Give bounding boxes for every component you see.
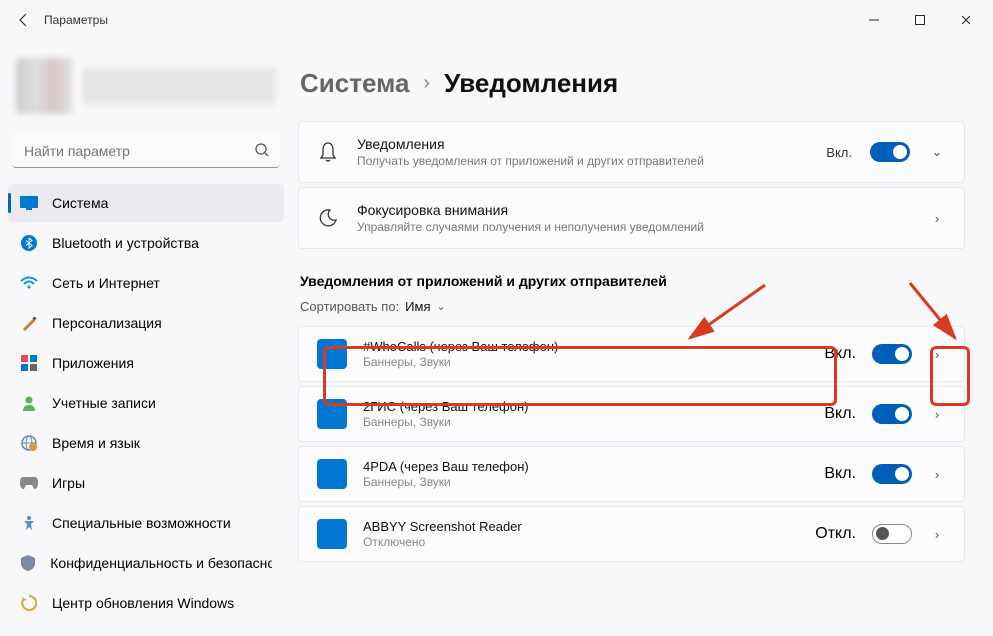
sidebar-item-gaming[interactable]: Игры <box>8 464 284 502</box>
sidebar-item-label: Конфиденциальность и безопасность <box>50 555 272 571</box>
chevron-down-icon[interactable]: ⌄ <box>928 144 946 160</box>
bell-icon <box>317 141 339 163</box>
search-box[interactable] <box>12 134 280 168</box>
sidebar-item-label: Приложения <box>52 355 134 371</box>
page-title: Уведомления <box>444 68 618 99</box>
sidebar-item-apps[interactable]: Приложения <box>8 344 284 382</box>
sidebar-item-label: Сеть и Интернет <box>52 275 160 291</box>
search-icon <box>254 142 270 158</box>
moon-icon <box>317 208 339 228</box>
chevron-down-icon: ⌄ <box>437 300 446 313</box>
profile-area[interactable] <box>4 48 288 130</box>
app-subtitle: Баннеры, Звуки <box>363 355 808 369</box>
avatar <box>16 58 72 114</box>
sidebar-item-label: Система <box>52 195 108 211</box>
sidebar-item-accessibility[interactable]: Специальные возможности <box>8 504 284 542</box>
chevron-right-icon: › <box>423 72 430 95</box>
wifi-icon <box>20 274 38 292</box>
window-title: Параметры <box>44 13 108 27</box>
card-title: Фокусировка внимания <box>357 202 910 218</box>
app-icon <box>317 339 347 369</box>
app-toggle[interactable] <box>872 404 912 424</box>
sort-label: Сортировать по: <box>300 299 399 314</box>
notifications-toggle[interactable] <box>870 142 910 162</box>
sort-value: Имя <box>405 299 430 314</box>
sort-dropdown[interactable]: Сортировать по: Имя ⌄ <box>300 299 963 314</box>
main-content: Система › Уведомления Уведомления Получа… <box>292 40 993 636</box>
sidebar-item-label: Персонализация <box>52 315 162 331</box>
update-icon <box>20 594 38 612</box>
toggle-state: Вкл. <box>824 345 856 363</box>
chevron-right-icon[interactable]: › <box>928 467 946 482</box>
sidebar-item-label: Учетные записи <box>52 395 156 411</box>
chevron-right-icon[interactable]: › <box>928 211 946 226</box>
sidebar-item-label: Bluetooth и устройства <box>52 235 199 251</box>
app-icon <box>317 519 347 549</box>
sidebar-item-label: Центр обновления Windows <box>52 595 234 611</box>
card-subtitle: Получать уведомления от приложений и дру… <box>357 154 808 168</box>
section-title: Уведомления от приложений и других отпра… <box>300 273 963 289</box>
sidebar-item-privacy[interactable]: Конфиденциальность и безопасность <box>8 544 284 582</box>
apps-icon <box>20 354 38 372</box>
app-row[interactable]: 2ГИС (через Ваш телефон) Баннеры, Звуки … <box>298 386 965 442</box>
app-row[interactable]: ABBYY Screenshot Reader Отключено Откл. … <box>298 506 965 562</box>
person-icon <box>20 394 38 412</box>
close-button[interactable] <box>943 4 989 36</box>
profile-name <box>82 68 276 104</box>
card-subtitle: Управляйте случаями получения и неполуче… <box>357 220 910 234</box>
app-name: 4PDA (через Ваш телефон) <box>363 459 808 474</box>
chevron-right-icon[interactable]: › <box>928 347 946 362</box>
shield-icon <box>20 554 36 572</box>
accessibility-icon <box>20 514 38 532</box>
search-input[interactable] <box>12 134 280 168</box>
sidebar-item-time[interactable]: Время и язык <box>8 424 284 462</box>
bluetooth-icon <box>20 234 38 252</box>
app-row[interactable]: #WhoCalls (через Ваш телефон) Баннеры, З… <box>298 326 965 382</box>
breadcrumb-parent[interactable]: Система <box>300 68 409 99</box>
toggle-state: Вкл. <box>826 145 852 160</box>
maximize-button[interactable] <box>897 4 943 36</box>
sidebar-item-bluetooth[interactable]: Bluetooth и устройства <box>8 224 284 262</box>
sidebar-item-label: Специальные возможности <box>52 515 231 531</box>
breadcrumb: Система › Уведомления <box>298 52 965 121</box>
gamepad-icon <box>20 474 38 492</box>
minimize-button[interactable] <box>851 4 897 36</box>
app-toggle[interactable] <box>872 464 912 484</box>
app-name: #WhoCalls (через Ваш телефон) <box>363 339 808 354</box>
app-name: ABBYY Screenshot Reader <box>363 519 799 534</box>
card-title: Уведомления <box>357 136 808 152</box>
toggle-state: Откл. <box>815 525 856 543</box>
app-toggle[interactable] <box>872 344 912 364</box>
sidebar-item-accounts[interactable]: Учетные записи <box>8 384 284 422</box>
back-button[interactable] <box>4 0 44 40</box>
sidebar-item-label: Время и язык <box>52 435 140 451</box>
app-icon <box>317 399 347 429</box>
app-name: 2ГИС (через Ваш телефон) <box>363 399 808 414</box>
app-subtitle: Баннеры, Звуки <box>363 475 808 489</box>
nav-list: Система Bluetooth и устройства Сеть и Ин… <box>4 184 288 622</box>
chevron-right-icon[interactable]: › <box>928 527 946 542</box>
app-row[interactable]: 4PDA (через Ваш телефон) Баннеры, Звуки … <box>298 446 965 502</box>
app-icon <box>317 459 347 489</box>
sidebar-item-network[interactable]: Сеть и Интернет <box>8 264 284 302</box>
toggle-state: Вкл. <box>824 405 856 423</box>
app-toggle[interactable] <box>872 524 912 544</box>
window-controls <box>851 4 989 36</box>
system-icon <box>20 194 38 212</box>
sidebar-item-personalization[interactable]: Персонализация <box>8 304 284 342</box>
focus-card[interactable]: Фокусировка внимания Управляйте случаями… <box>298 187 965 249</box>
globe-icon <box>20 434 38 452</box>
app-subtitle: Баннеры, Звуки <box>363 415 808 429</box>
sidebar-item-update[interactable]: Центр обновления Windows <box>8 584 284 622</box>
chevron-right-icon[interactable]: › <box>928 407 946 422</box>
titlebar: Параметры <box>0 0 993 40</box>
sidebar-item-system[interactable]: Система <box>8 184 284 222</box>
brush-icon <box>20 314 38 332</box>
notifications-card[interactable]: Уведомления Получать уведомления от прил… <box>298 121 965 183</box>
sidebar: Система Bluetooth и устройства Сеть и Ин… <box>0 40 292 636</box>
toggle-state: Вкл. <box>824 465 856 483</box>
sidebar-item-label: Игры <box>52 475 85 491</box>
app-subtitle: Отключено <box>363 535 799 549</box>
